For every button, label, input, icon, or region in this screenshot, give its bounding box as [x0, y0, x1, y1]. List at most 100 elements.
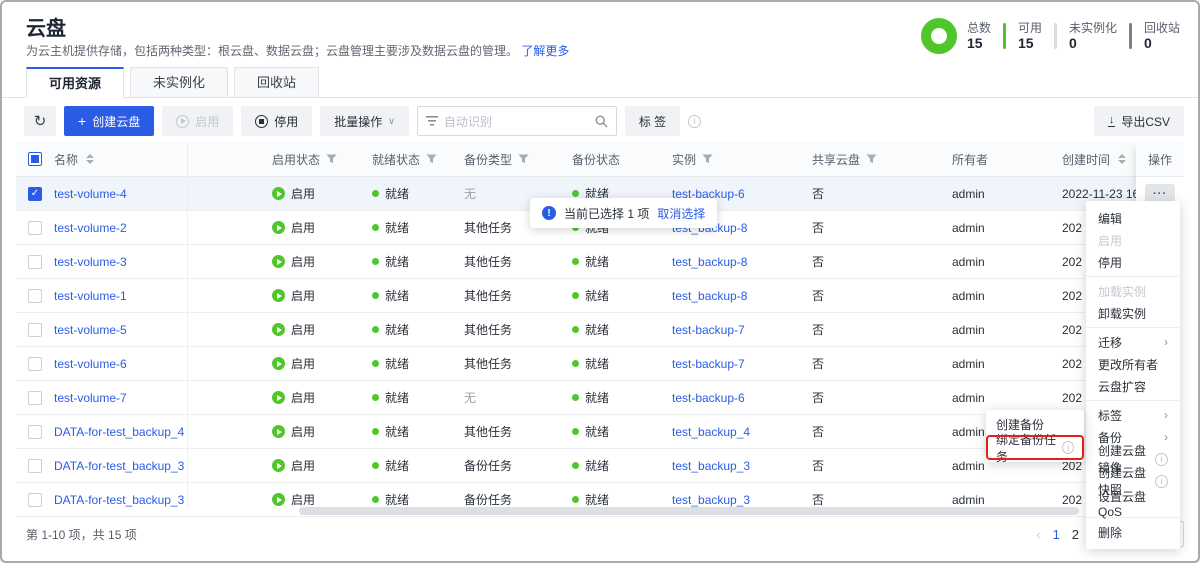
menu-item-delete[interactable]: 删除: [1086, 521, 1180, 543]
search-icon[interactable]: [595, 115, 608, 128]
row-checkbox[interactable]: [28, 357, 42, 371]
col-header-owner: 所有者: [952, 151, 1062, 168]
disk-name-link[interactable]: DATA-for-test_backup_3: [54, 493, 184, 507]
submenu-item-bind-backup-task[interactable]: 绑定备份任务 i: [986, 436, 1084, 459]
menu-item-migrate[interactable]: 迁移›: [1086, 331, 1180, 353]
shared-disk-text: 否: [812, 491, 824, 508]
ready-status-text: 就绪: [385, 253, 409, 270]
enable-button[interactable]: 启用: [162, 106, 233, 136]
col-header-name[interactable]: 名称: [54, 151, 272, 168]
prev-page-button[interactable]: ‹: [1036, 527, 1040, 542]
disk-name-link[interactable]: test-volume-4: [54, 187, 127, 201]
row-checkbox[interactable]: [28, 425, 42, 439]
disk-name-link[interactable]: test-volume-3: [54, 255, 127, 269]
select-all-checkbox[interactable]: [28, 152, 42, 166]
tab-available-resources[interactable]: 可用资源: [26, 67, 124, 98]
disk-name-link[interactable]: test-volume-6: [54, 357, 127, 371]
disk-name-link[interactable]: test-volume-2: [54, 221, 127, 235]
instance-link[interactable]: test_backup_4: [672, 425, 750, 439]
instance-link[interactable]: test_backup_3: [672, 459, 750, 473]
backup-status-text: 就绪: [585, 491, 609, 508]
instance-link[interactable]: test-backup-6: [672, 391, 745, 405]
disk-name-link[interactable]: DATA-for-test_backup_3: [54, 459, 184, 473]
col-header-shared-disk[interactable]: 共享云盘: [812, 151, 952, 168]
learn-more-link[interactable]: 了解更多: [521, 44, 569, 58]
row-checkbox[interactable]: [28, 323, 42, 337]
instance-link[interactable]: test-backup-7: [672, 357, 745, 371]
backup-status-text: 就绪: [585, 457, 609, 474]
backup-status-dot-icon: [572, 292, 579, 299]
search-input[interactable]: 自动识别: [417, 106, 617, 136]
disk-name-link[interactable]: DATA-for-test_backup_4: [54, 425, 184, 439]
col-header-ready-status[interactable]: 就绪状态: [372, 151, 464, 168]
backup-type-text: 其他任务: [464, 253, 512, 270]
instance-link[interactable]: test_backup-8: [672, 289, 747, 303]
col-header-instance[interactable]: 实例: [672, 151, 812, 168]
menu-item-enable[interactable]: 启用: [1086, 229, 1180, 251]
enable-status-text: 启用: [291, 389, 315, 406]
col-header-enable-status[interactable]: 启用状态: [272, 151, 372, 168]
shared-disk-text: 否: [812, 389, 824, 406]
menu-item-set-disk-qos[interactable]: 设置云盘QoS: [1086, 492, 1180, 514]
backup-status-dot-icon: [572, 428, 579, 435]
disk-name-link[interactable]: test-volume-7: [54, 391, 127, 405]
row-checkbox[interactable]: [28, 391, 42, 405]
disable-button[interactable]: 停用: [241, 106, 312, 136]
batch-actions-label: 批量操作: [334, 113, 382, 130]
export-csv-button[interactable]: ↓ 导出CSV: [1094, 106, 1184, 136]
filter-icon[interactable]: [426, 154, 437, 164]
menu-item-disable[interactable]: 停用: [1086, 251, 1180, 273]
row-checkbox[interactable]: [28, 493, 42, 507]
enable-label: 启用: [195, 113, 219, 130]
menu-item-tag[interactable]: 标签›: [1086, 404, 1180, 426]
menu-item-change-owner[interactable]: 更改所有者: [1086, 353, 1180, 375]
batch-actions-button[interactable]: 批量操作 ∨: [320, 106, 409, 136]
filter-icon[interactable]: [518, 154, 529, 164]
row-checkbox[interactable]: [28, 255, 42, 269]
pagination-summary: 第 1-10 项，共 15 项: [26, 526, 137, 543]
tag-button[interactable]: 标 签: [625, 106, 680, 136]
tab-recycle-bin[interactable]: 回收站: [234, 67, 319, 98]
row-checkbox[interactable]: [28, 221, 42, 235]
filter-icon[interactable]: [702, 154, 713, 164]
create-disk-button[interactable]: + 创建云盘: [64, 106, 154, 136]
stat-uninstantiated-label: 未实例化: [1069, 21, 1117, 36]
submenu-arrow-icon: ›: [1164, 430, 1168, 444]
search-placeholder: 自动识别: [444, 113, 589, 130]
row-checkbox[interactable]: [28, 459, 42, 473]
ready-status-text: 就绪: [385, 389, 409, 406]
instance-link[interactable]: test_backup-8: [672, 255, 747, 269]
page-2-button[interactable]: 2: [1072, 527, 1079, 542]
menu-item-attach-instance[interactable]: 加载实例: [1086, 280, 1180, 302]
ready-status-text: 就绪: [385, 287, 409, 304]
menu-item-resize-disk[interactable]: 云盘扩容: [1086, 375, 1180, 397]
menu-item-edit[interactable]: 编辑: [1086, 207, 1180, 229]
menu-divider: [1086, 400, 1180, 401]
menu-item-detach-instance[interactable]: 卸载实例: [1086, 302, 1180, 324]
cancel-selection-link[interactable]: 取消选择: [657, 205, 705, 222]
enabled-status-icon: [272, 459, 285, 472]
sort-icon[interactable]: [86, 154, 94, 164]
play-circle-icon: [176, 115, 189, 128]
row-checkbox[interactable]: ✓: [28, 187, 42, 201]
ready-status-dot-icon: [372, 190, 379, 197]
stat-recycle: 回收站 0: [1144, 21, 1180, 51]
horizontal-scrollbar[interactable]: [299, 507, 1079, 515]
row-checkbox[interactable]: [28, 289, 42, 303]
filter-icon[interactable]: [866, 154, 877, 164]
col-header-backup-type[interactable]: 备份类型: [464, 151, 572, 168]
enable-status-text: 启用: [291, 423, 315, 440]
page-1-button[interactable]: 1: [1053, 527, 1060, 542]
instance-link[interactable]: test-backup-7: [672, 323, 745, 337]
instance-link[interactable]: test_backup_3: [672, 493, 750, 507]
disk-name-link[interactable]: test-volume-1: [54, 289, 127, 303]
enabled-status-icon: [272, 221, 285, 234]
backup-status-dot-icon: [572, 462, 579, 469]
tab-uninstantiated[interactable]: 未实例化: [130, 67, 228, 98]
refresh-button[interactable]: ↻: [24, 106, 56, 136]
filter-icon[interactable]: [326, 154, 337, 164]
sort-icon[interactable]: [1118, 154, 1126, 164]
stat-uninstantiated-value: 0: [1069, 36, 1117, 51]
disk-name-link[interactable]: test-volume-5: [54, 323, 127, 337]
page-title: 云盘: [26, 12, 66, 41]
